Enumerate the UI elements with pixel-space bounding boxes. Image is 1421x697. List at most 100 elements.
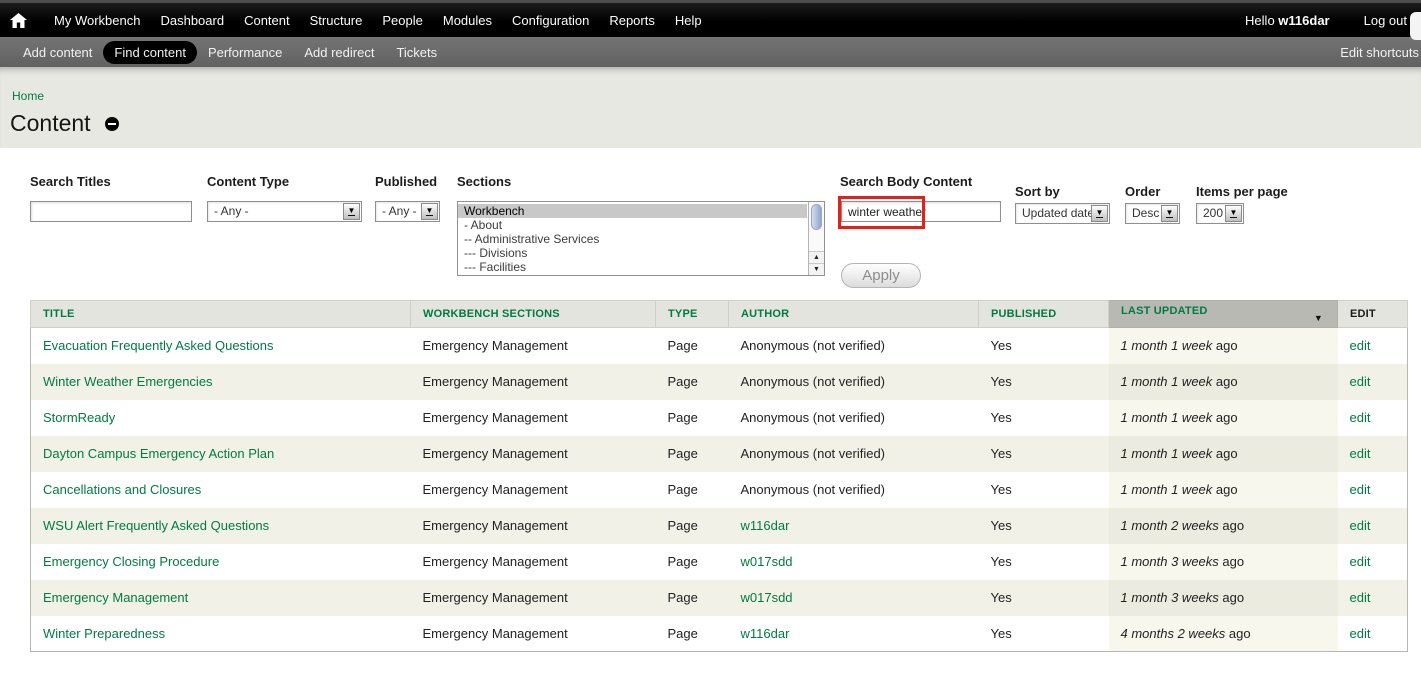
admin-item-structure[interactable]: Structure	[300, 13, 373, 28]
content-title-link[interactable]: Emergency Management	[43, 590, 188, 605]
edit-link[interactable]: edit	[1350, 446, 1371, 461]
admin-item-reports[interactable]: Reports	[599, 13, 665, 28]
sections-scrollbar[interactable]: ▲ ▼	[808, 202, 824, 275]
content-type: Page	[668, 338, 698, 353]
shortcut-add-redirect[interactable]: Add redirect	[293, 41, 385, 64]
admin-item-my-workbench[interactable]: My Workbench	[44, 13, 150, 28]
admin-item-dashboard[interactable]: Dashboard	[150, 13, 234, 28]
shortcut-find-content[interactable]: Find content	[103, 41, 197, 64]
last-updated: 1 month 1 week	[1121, 446, 1213, 461]
admin-item-content[interactable]: Content	[234, 13, 300, 28]
breadcrumb-home-link[interactable]: Home	[12, 89, 44, 103]
content-title-link[interactable]: Dayton Campus Emergency Action Plan	[43, 446, 274, 461]
last-updated-suffix: ago	[1216, 410, 1238, 425]
last-updated-suffix: ago	[1222, 518, 1244, 533]
admin-item-people[interactable]: People	[372, 13, 432, 28]
edit-link[interactable]: edit	[1350, 518, 1371, 533]
table-row: Dayton Campus Emergency Action Plan Emer…	[31, 436, 1408, 472]
table-row: StormReady Emergency Management Page Ano…	[31, 400, 1408, 436]
table-row: Emergency Closing Procedure Emergency Ma…	[31, 544, 1408, 580]
sections-option[interactable]: Workbench	[458, 204, 807, 218]
greeting-text: Hello w116dar	[1245, 13, 1330, 28]
apply-button[interactable]: Apply	[841, 263, 921, 288]
scroll-down-icon[interactable]: ▼	[809, 263, 824, 275]
content-title-link[interactable]: Winter Preparedness	[43, 626, 165, 641]
edit-link[interactable]: edit	[1350, 374, 1371, 389]
author-link[interactable]: w017sdd	[741, 590, 793, 605]
content-title-link[interactable]: Winter Weather Emergencies	[43, 374, 213, 389]
author-link[interactable]: w017sdd	[741, 554, 793, 569]
published-status: Yes	[991, 410, 1012, 425]
shortcut-add-content[interactable]: Add content	[12, 41, 103, 64]
workbench-section: Emergency Management	[423, 518, 568, 533]
items-per-page-select[interactable]: 200 ▼	[1196, 203, 1244, 224]
edit-link[interactable]: edit	[1350, 554, 1371, 569]
admin-item-configuration[interactable]: Configuration	[502, 13, 599, 28]
sort-header-author[interactable]: AUTHOR	[741, 308, 789, 320]
content-type: Page	[668, 590, 698, 605]
edit-link[interactable]: edit	[1350, 410, 1371, 425]
sections-option[interactable]: - About	[458, 218, 807, 232]
minus-icon[interactable]	[105, 117, 119, 131]
author-link[interactable]: w116dar	[741, 518, 790, 533]
author: Anonymous (not verified)	[741, 446, 886, 461]
admin-item-modules[interactable]: Modules	[433, 13, 502, 28]
page-header: Home Content	[0, 67, 1421, 148]
table-row: Winter Preparedness Emergency Management…	[31, 616, 1408, 652]
content-title-link[interactable]: Cancellations and Closures	[43, 482, 201, 497]
edit-link[interactable]: edit	[1350, 626, 1371, 641]
sort-header-title[interactable]: TITLE	[43, 308, 75, 320]
workbench-section: Emergency Management	[423, 446, 568, 461]
dropdown-arrow-icon: ▼	[1091, 205, 1108, 222]
scroll-up-icon[interactable]: ▲	[809, 251, 824, 263]
published-status: Yes	[991, 338, 1012, 353]
order-select[interactable]: Desc ▼	[1125, 203, 1180, 224]
content-type-select[interactable]: - Any - ▼	[207, 201, 362, 222]
last-updated-suffix: ago	[1216, 374, 1238, 389]
content-title-link[interactable]: StormReady	[43, 410, 115, 425]
last-updated: 1 month 2 weeks	[1121, 518, 1219, 533]
last-updated-suffix: ago	[1216, 482, 1238, 497]
items-per-page-label: Items per page	[1196, 184, 1288, 199]
edit-link[interactable]: edit	[1350, 482, 1371, 497]
workbench-section: Emergency Management	[423, 482, 568, 497]
published-status: Yes	[991, 626, 1012, 641]
content-table: TITLE WORKBENCH SECTIONS TYPE AUTHOR PUB…	[30, 300, 1408, 652]
search-titles-input[interactable]	[30, 201, 192, 222]
filters-form: Search Titles Content Type - Any - ▼ Pub…	[0, 148, 1421, 300]
edit-link[interactable]: edit	[1350, 590, 1371, 605]
sections-option[interactable]: --- Facilities	[458, 260, 807, 274]
sort-header-type[interactable]: TYPE	[668, 308, 698, 320]
author-link[interactable]: w116dar	[741, 626, 790, 641]
sections-option[interactable]: --- Divisions	[458, 246, 807, 260]
browser-scrollbar-thumb[interactable]	[1410, 12, 1421, 40]
published-status: Yes	[991, 590, 1012, 605]
scrollbar-thumb[interactable]	[811, 204, 822, 230]
search-titles-label: Search Titles	[30, 174, 111, 189]
workbench-section: Emergency Management	[423, 626, 568, 641]
published-label: Published	[375, 174, 437, 189]
sections-option[interactable]: -- Administrative Services	[458, 232, 807, 246]
content-type-label: Content Type	[207, 174, 289, 189]
last-updated-suffix: ago	[1222, 554, 1244, 569]
content-type: Page	[668, 374, 698, 389]
home-icon[interactable]	[10, 12, 28, 28]
sort-header-published[interactable]: PUBLISHED	[991, 308, 1056, 320]
content-type: Page	[668, 482, 698, 497]
shortcut-tickets[interactable]: Tickets	[385, 41, 448, 64]
published-select[interactable]: - Any - ▼	[375, 201, 440, 222]
content-title-link[interactable]: WSU Alert Frequently Asked Questions	[43, 518, 269, 533]
content-title-link[interactable]: Emergency Closing Procedure	[43, 554, 219, 569]
order-label: Order	[1125, 184, 1160, 199]
content-title-link[interactable]: Evacuation Frequently Asked Questions	[43, 338, 274, 353]
sort-by-select[interactable]: Updated date ▼	[1015, 203, 1110, 224]
sort-header-last-updated[interactable]: LAST UPDATED	[1121, 305, 1208, 317]
shortcut-performance[interactable]: Performance	[197, 41, 293, 64]
sort-header-workbench-sections[interactable]: WORKBENCH SECTIONS	[423, 308, 560, 320]
admin-item-help[interactable]: Help	[665, 13, 712, 28]
edit-link[interactable]: edit	[1350, 338, 1371, 353]
logout-link[interactable]: Log out	[1364, 13, 1407, 28]
published-status: Yes	[991, 482, 1012, 497]
edit-shortcuts-link[interactable]: Edit shortcuts	[1340, 45, 1419, 60]
sections-multiselect[interactable]: Workbench - About -- Administrative Serv…	[457, 201, 825, 276]
